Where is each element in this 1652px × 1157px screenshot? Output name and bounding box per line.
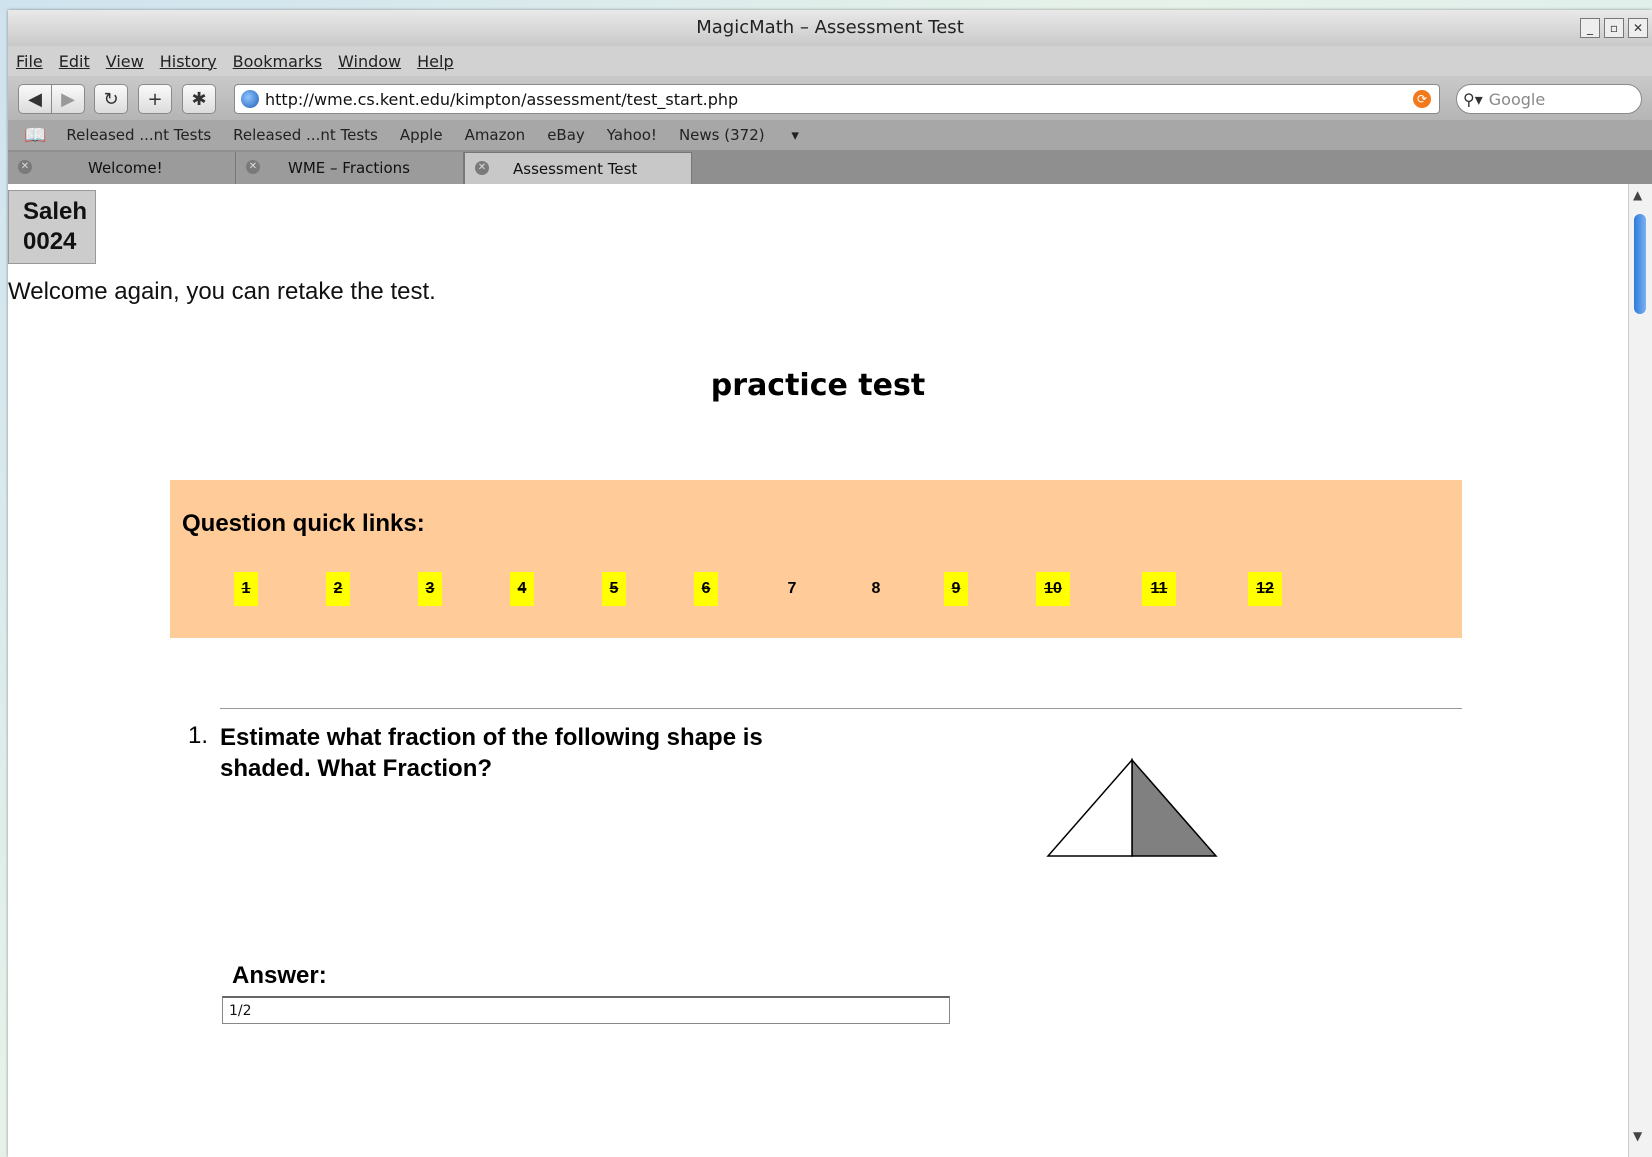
close-tab-icon[interactable]: ✕ <box>18 160 32 174</box>
quick-link-12[interactable]: 12 <box>1248 572 1282 606</box>
title-bar: MagicMath – Assessment Test _ ▫ ✕ <box>8 10 1652 46</box>
url-text: http://wme.cs.kent.edu/kimpton/assessmen… <box>265 89 739 109</box>
answer-label: Answer: <box>232 962 327 989</box>
menu-bookmarks[interactable]: Bookmarks <box>233 52 322 71</box>
quick-link-11[interactable]: 11 <box>1142 572 1176 606</box>
close-tab-icon[interactable]: ✕ <box>475 161 489 175</box>
forward-button[interactable]: ▶ <box>51 84 85 114</box>
quick-link-2[interactable]: 2 <box>326 572 350 606</box>
quick-link-10[interactable]: 10 <box>1036 572 1070 606</box>
shaded-region <box>1131 758 1218 857</box>
menu-bar: File Edit View History Bookmarks Window … <box>8 46 1652 76</box>
plus-icon: + <box>147 88 163 110</box>
navigation-toolbar: ◀ ▶ ↻ + ✱ http://wme.cs.kent.edu/kimpton… <box>8 76 1652 120</box>
forward-arrow-icon: ▶ <box>61 88 75 110</box>
question-number: 1. <box>188 722 209 749</box>
scroll-up-arrow-icon[interactable]: ▲ <box>1633 188 1642 202</box>
tab-wme-fractions[interactable]: ✕ WME – Fractions <box>236 152 464 184</box>
quick-link-4[interactable]: 4 <box>510 572 534 606</box>
search-icon: ⚲▾ <box>1463 89 1483 109</box>
new-tab-button[interactable]: + <box>138 84 172 114</box>
bug-icon: ✱ <box>191 88 207 110</box>
reload-icon: ↻ <box>103 88 119 110</box>
chevron-down-icon: ▾ <box>791 126 799 144</box>
quick-link-5[interactable]: 5 <box>602 572 626 606</box>
quick-link-9[interactable]: 9 <box>944 572 968 606</box>
bookmarks-bar: 📖 Released ...nt Tests Released ...nt Te… <box>8 120 1652 150</box>
tab-label: Assessment Test <box>513 160 638 178</box>
bookmark-item[interactable]: Yahoo! <box>607 126 657 144</box>
menu-window[interactable]: Window <box>338 52 401 71</box>
back-arrow-icon: ◀ <box>28 88 42 110</box>
answer-input[interactable] <box>222 996 950 1024</box>
close-window-button[interactable]: ✕ <box>1628 18 1648 38</box>
search-placeholder: Google <box>1488 89 1546 109</box>
bookmark-item[interactable]: Amazon <box>465 126 526 144</box>
page-content: Saleh 0024 Welcome again, you can retake… <box>8 184 1628 1157</box>
menu-view[interactable]: View <box>106 52 144 71</box>
bookmark-news-label: News (372) <box>678 126 765 144</box>
menu-file[interactable]: File <box>16 52 43 71</box>
quick-link-8[interactable]: 8 <box>864 572 888 606</box>
quick-link-7[interactable]: 7 <box>780 572 804 606</box>
quick-links-heading: Question quick links: <box>182 510 425 537</box>
unshaded-region <box>1046 758 1133 857</box>
site-globe-icon <box>241 90 259 108</box>
user-badge: Saleh 0024 <box>8 190 96 264</box>
search-field[interactable]: ⚲▾ Google <box>1456 84 1642 114</box>
debug-button[interactable]: ✱ <box>182 84 216 114</box>
quick-link-3[interactable]: 3 <box>418 572 442 606</box>
user-name: Saleh <box>23 198 88 225</box>
back-button[interactable]: ◀ <box>18 84 52 114</box>
rss-feed-icon[interactable]: ⟳ <box>1413 90 1431 108</box>
minimize-button[interactable]: _ <box>1580 18 1600 38</box>
page-title: practice test <box>710 368 926 403</box>
bookmark-item[interactable]: eBay <box>547 126 585 144</box>
scrollbar-thumb[interactable] <box>1634 214 1646 314</box>
bookmark-item[interactable]: Released ...nt Tests <box>66 126 211 144</box>
tab-bar: ✕ Welcome! ✕ WME – Fractions ✕ Assessmen… <box>8 150 1652 184</box>
address-bar[interactable]: http://wme.cs.kent.edu/kimpton/assessmen… <box>234 84 1440 114</box>
tab-label: WME – Fractions <box>288 159 410 177</box>
menu-help[interactable]: Help <box>417 52 453 71</box>
open-book-icon[interactable]: 📖 <box>24 125 46 146</box>
tab-assessment-test[interactable]: ✕ Assessment Test <box>464 152 692 184</box>
scroll-down-arrow-icon[interactable]: ▼ <box>1633 1129 1642 1143</box>
question-text: Estimate what fraction of the following … <box>220 724 763 782</box>
section-divider <box>220 708 1462 709</box>
quick-link-6[interactable]: 6 <box>694 572 718 606</box>
window-controls: _ ▫ ✕ <box>1580 18 1648 38</box>
welcome-message: Welcome again, you can retake the test. <box>8 278 436 305</box>
tab-welcome[interactable]: ✕ Welcome! <box>8 152 236 184</box>
bookmark-item[interactable]: Apple <box>400 126 443 144</box>
user-id: 0024 <box>23 228 77 255</box>
bookmark-item-news[interactable]: News (372) ▾ <box>679 126 821 144</box>
bookmark-item[interactable]: Released ...nt Tests <box>233 126 378 144</box>
quick-links-panel: Question quick links: 1 2 3 4 5 6 7 8 9 … <box>170 480 1462 638</box>
browser-window: MagicMath – Assessment Test _ ▫ ✕ File E… <box>8 10 1652 1157</box>
close-tab-icon[interactable]: ✕ <box>246 160 260 174</box>
menu-history[interactable]: History <box>160 52 217 71</box>
menu-edit[interactable]: Edit <box>59 52 90 71</box>
maximize-button[interactable]: ▫ <box>1604 18 1624 38</box>
shaded-triangle-figure <box>1046 758 1218 857</box>
quick-link-1[interactable]: 1 <box>234 572 258 606</box>
tab-label: Welcome! <box>88 159 163 177</box>
window-title: MagicMath – Assessment Test <box>696 17 964 38</box>
reload-button[interactable]: ↻ <box>94 84 128 114</box>
vertical-scrollbar[interactable]: ▲ ▼ <box>1628 184 1652 1157</box>
